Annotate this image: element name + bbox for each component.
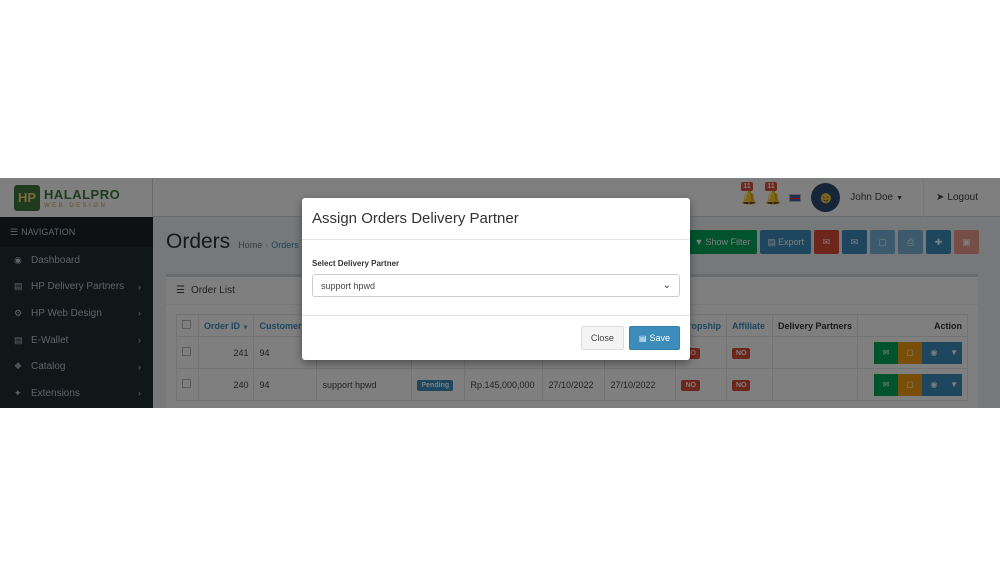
modal-header: Assign Orders Delivery Partner xyxy=(302,198,690,240)
close-button[interactable]: Close xyxy=(580,326,624,350)
modal-footer: Close ▤ Save xyxy=(302,316,690,360)
app-viewport: HP HALALPRO WEB DESIGN 🔔 11 🔔 11 ☻ John … xyxy=(0,178,1000,408)
delivery-partner-label: Select Delivery Partner xyxy=(312,259,400,268)
modal-body: Select Delivery Partner support hpwd ⌄ xyxy=(302,240,690,316)
chevron-down-icon: ⌄ xyxy=(662,280,671,291)
selected-partner-value: support hpwd xyxy=(321,280,376,291)
save-icon: ▤ xyxy=(638,333,647,343)
save-button[interactable]: ▤ Save xyxy=(628,326,680,350)
delivery-partner-select[interactable]: support hpwd ⌄ xyxy=(312,274,680,297)
assign-delivery-partner-modal: Assign Orders Delivery Partner Select De… xyxy=(302,198,690,360)
modal-title: Assign Orders Delivery Partner xyxy=(312,210,519,227)
